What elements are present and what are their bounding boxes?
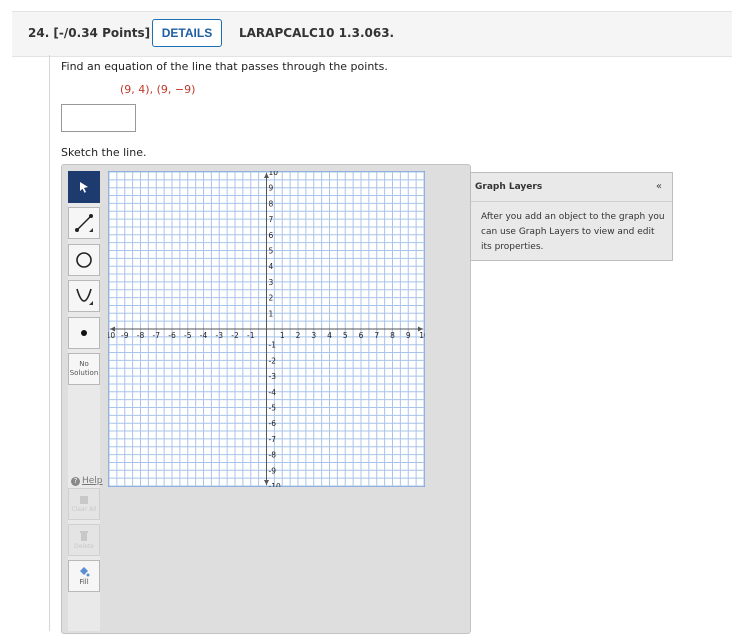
no-solution-label: No Solution [69,360,99,377]
pointer-icon [80,182,88,193]
circle-tool-button[interactable] [68,244,100,276]
line-tool-button[interactable] [68,207,100,239]
x-tick-label: -5 [184,331,192,340]
x-tick-label: -9 [121,331,129,340]
line-icon [75,214,93,232]
parabola-tool-button[interactable] [68,280,100,312]
point-tool-button[interactable] [68,317,100,349]
clear-all-label: Clear All [71,505,97,513]
x-tick-label: 8 [390,331,395,340]
y-tick-label: -8 [269,451,277,460]
no-solution-button[interactable]: No Solution [68,353,100,385]
x-tick-label: 9 [406,331,411,340]
fill-label: Fill [79,577,89,586]
point-icon [81,330,87,336]
x-tick-label: -3 [216,331,224,340]
layers-divider [471,201,672,202]
y-tick-label: -6 [269,419,277,428]
graph-layers-title: Graph Layers [475,182,543,192]
y-tick-label: 9 [269,184,274,193]
sketch-instruction: Sketch the line. [61,146,147,159]
trash-icon [80,530,88,541]
question-prompt: Find an equation of the line that passes… [61,60,388,73]
y-tick-label: -3 [269,372,277,381]
fill-icon [80,566,90,576]
x-tick-label: -8 [137,331,145,340]
given-points: (9, 4), (9, −9) [120,83,196,96]
y-tick-label: -9 [269,466,277,475]
x-tick-label: 6 [359,331,364,340]
content-left-rule [49,55,50,631]
clear-all-button[interactable]: Clear All [68,488,100,520]
y-tick-label: 10 [269,171,279,177]
details-button[interactable]: DETAILS [152,19,222,47]
x-tick-label: -6 [168,331,176,340]
x-tick-label: -1 [247,331,255,340]
clear-all-icon [80,495,88,504]
y-tick-label: 1 [269,309,274,318]
y-tick-label: 4 [269,262,274,271]
y-tick-label: -5 [269,404,277,413]
x-tick-label: 10 [419,331,425,340]
circle-icon [76,252,92,268]
y-tick-label: -7 [269,435,277,444]
question-header: 24. [-/0.34 Points] DETAILS LARAPCALC10 … [12,11,732,57]
graph-layers-message: After you add an object to the graph you… [481,212,665,252]
y-tick-label: 6 [269,231,274,240]
coordinate-grid[interactable]: -10-9-8-7-6-5-4-3-2-11234567891010987654… [108,171,425,487]
y-tick-label: 2 [269,294,274,303]
y-tick-label: -10 [269,482,281,487]
delete-button[interactable]: Delete [68,524,100,556]
question-points-label: 24. [-/0.34 Points] [28,26,151,40]
x-tick-label: 4 [327,331,332,340]
y-tick-label: 3 [269,278,274,287]
question-code: LARAPCALC10 1.3.063. [239,26,395,40]
y-tick-label: -4 [269,388,277,397]
x-tick-label: 7 [374,331,379,340]
help-icon: ? [71,476,80,486]
x-tick-label: 1 [280,331,285,340]
y-tick-label: 5 [269,247,274,256]
x-tick-label: -10 [108,331,115,340]
x-tick-label: 2 [296,331,301,340]
x-tick-label: -2 [231,331,239,340]
help-label: Help [82,476,103,486]
equation-answer-input[interactable] [61,104,136,132]
delete-label: Delete [74,542,94,550]
graph-layers-panel: Graph Layers « After you add an object t… [470,172,673,261]
collapse-panel-icon[interactable]: « [656,181,662,192]
pointer-tool-button[interactable] [68,171,100,203]
y-tick-label: 8 [269,199,274,208]
y-tick-label: -2 [269,356,277,365]
help-link[interactable]: ? Help [71,476,103,486]
x-tick-label: -4 [200,331,208,340]
parabola-icon [76,288,93,305]
y-tick-label: 7 [269,215,274,224]
fill-button[interactable]: Fill [68,560,100,592]
y-tick-label: -1 [269,341,277,350]
x-tick-label: 3 [311,331,316,340]
x-tick-label: 5 [343,331,348,340]
x-tick-label: -7 [153,331,161,340]
